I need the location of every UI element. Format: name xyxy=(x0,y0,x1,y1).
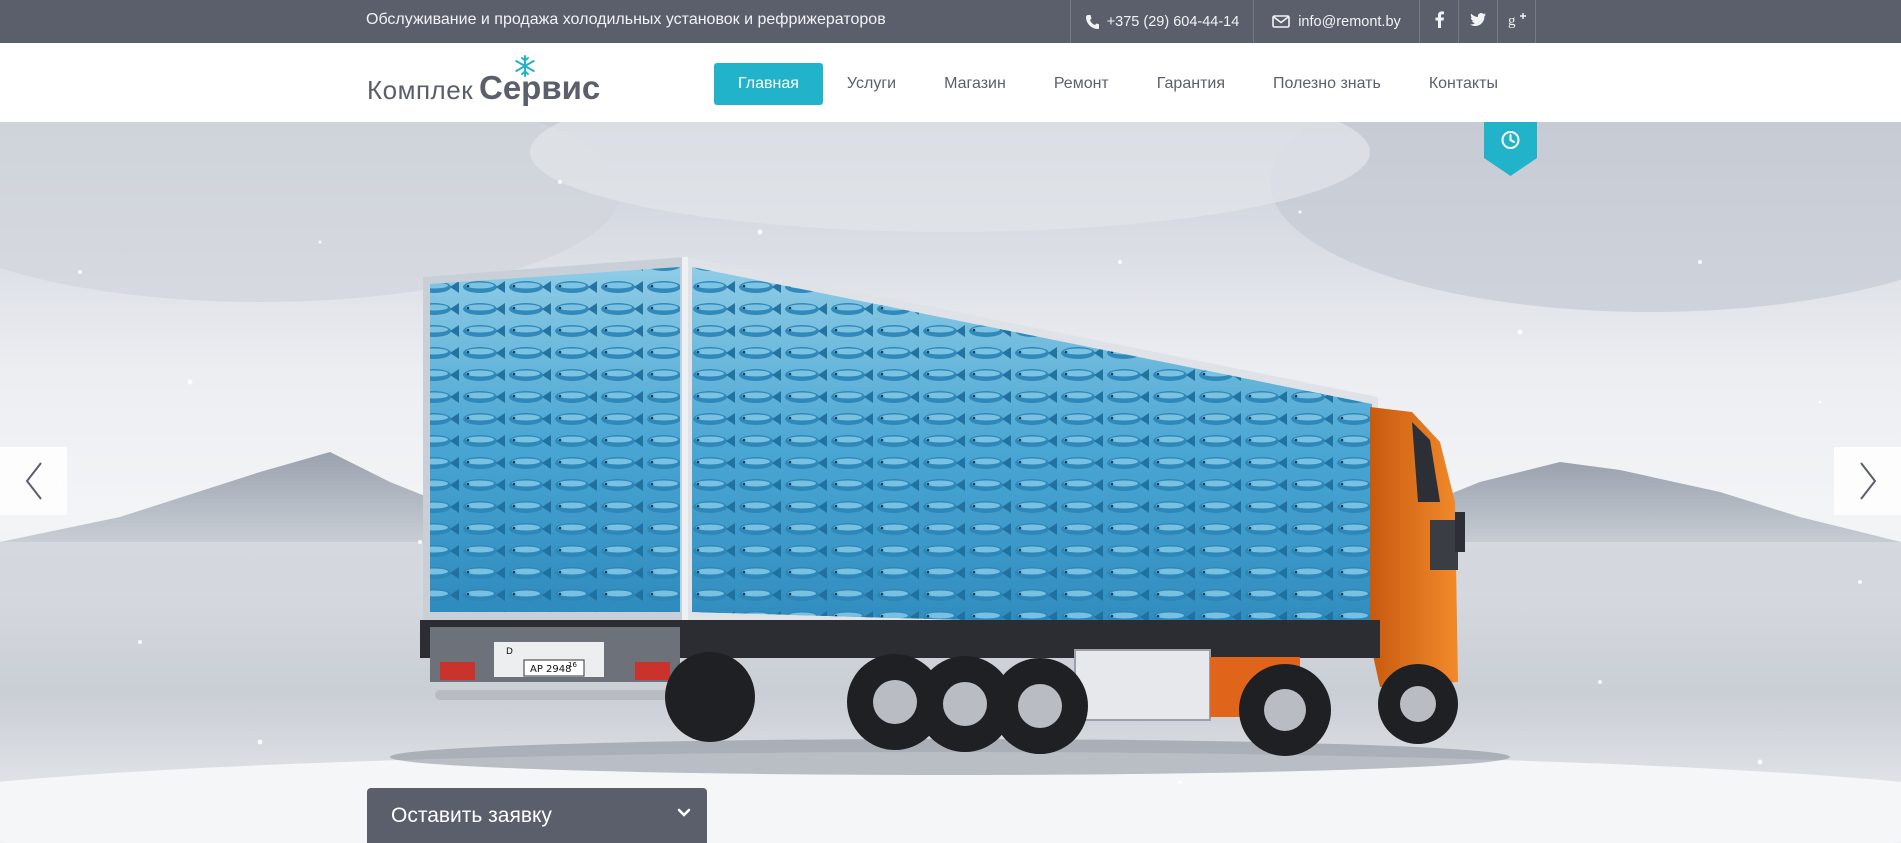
logo-text-part2: Сервис xyxy=(479,69,601,106)
google-plus-icon: g xyxy=(1508,11,1526,32)
mail-icon xyxy=(1272,15,1291,28)
snowflake-icon xyxy=(515,55,535,77)
facebook-icon xyxy=(1435,11,1444,32)
top-bar: Обслуживание и продажа холодильных устан… xyxy=(0,0,1901,43)
main-nav: Главная Услуги Магазин Ремонт Гарантия П… xyxy=(714,63,1522,105)
slider-next-button[interactable] xyxy=(1834,447,1901,515)
twitter-icon xyxy=(1470,13,1486,30)
svg-text:g: g xyxy=(1508,13,1516,28)
facebook-link[interactable] xyxy=(1419,0,1458,43)
twitter-link[interactable] xyxy=(1458,0,1497,43)
email-contact[interactable]: info@remont.by xyxy=(1253,0,1419,43)
email-address: info@remont.by xyxy=(1298,13,1401,30)
nav-item-warranty[interactable]: Гарантия xyxy=(1133,63,1249,105)
slider-prev-button[interactable] xyxy=(0,447,67,515)
hero-image-refrigerated-truck: AP 2948 16 D xyxy=(0,122,1901,843)
nav-item-services[interactable]: Услуги xyxy=(823,63,920,105)
license-plate-region: 16 xyxy=(568,661,577,669)
request-form-toggle[interactable]: Оставить заявку xyxy=(367,788,707,843)
nav-item-useful[interactable]: Полезно знать xyxy=(1249,63,1405,105)
nav-item-repair[interactable]: Ремонт xyxy=(1030,63,1133,105)
nav-item-contacts[interactable]: Контакты xyxy=(1405,63,1522,105)
hero-slider: AP 2948 16 D Оставить заявку xyxy=(0,122,1901,843)
logo[interactable]: Комплек Сервис xyxy=(367,55,601,115)
nav-item-home[interactable]: Главная xyxy=(714,63,823,105)
site-tagline: Обслуживание и продажа холодильных устан… xyxy=(366,11,886,28)
request-label: Оставить заявку xyxy=(391,803,552,827)
chevron-down-icon xyxy=(677,808,691,817)
google-plus-link[interactable]: g xyxy=(1497,0,1536,43)
site-header: Комплек Сервис Главная Услуги Магазин Ре… xyxy=(0,43,1901,122)
phone-number: +375 (29) 604-44-14 xyxy=(1106,13,1240,30)
chevron-left-icon xyxy=(25,462,42,500)
logo-text-part1: Комплек xyxy=(367,75,474,105)
clock-badge[interactable] xyxy=(1484,122,1537,176)
license-plate-country: D xyxy=(506,647,513,657)
phone-icon xyxy=(1085,14,1099,30)
chevron-right-icon xyxy=(1859,462,1876,500)
phone-contact[interactable]: +375 (29) 604-44-14 xyxy=(1070,0,1253,43)
license-plate: AP 2948 xyxy=(530,664,572,675)
clock-icon xyxy=(1484,122,1537,176)
nav-item-shop[interactable]: Магазин xyxy=(920,63,1030,105)
